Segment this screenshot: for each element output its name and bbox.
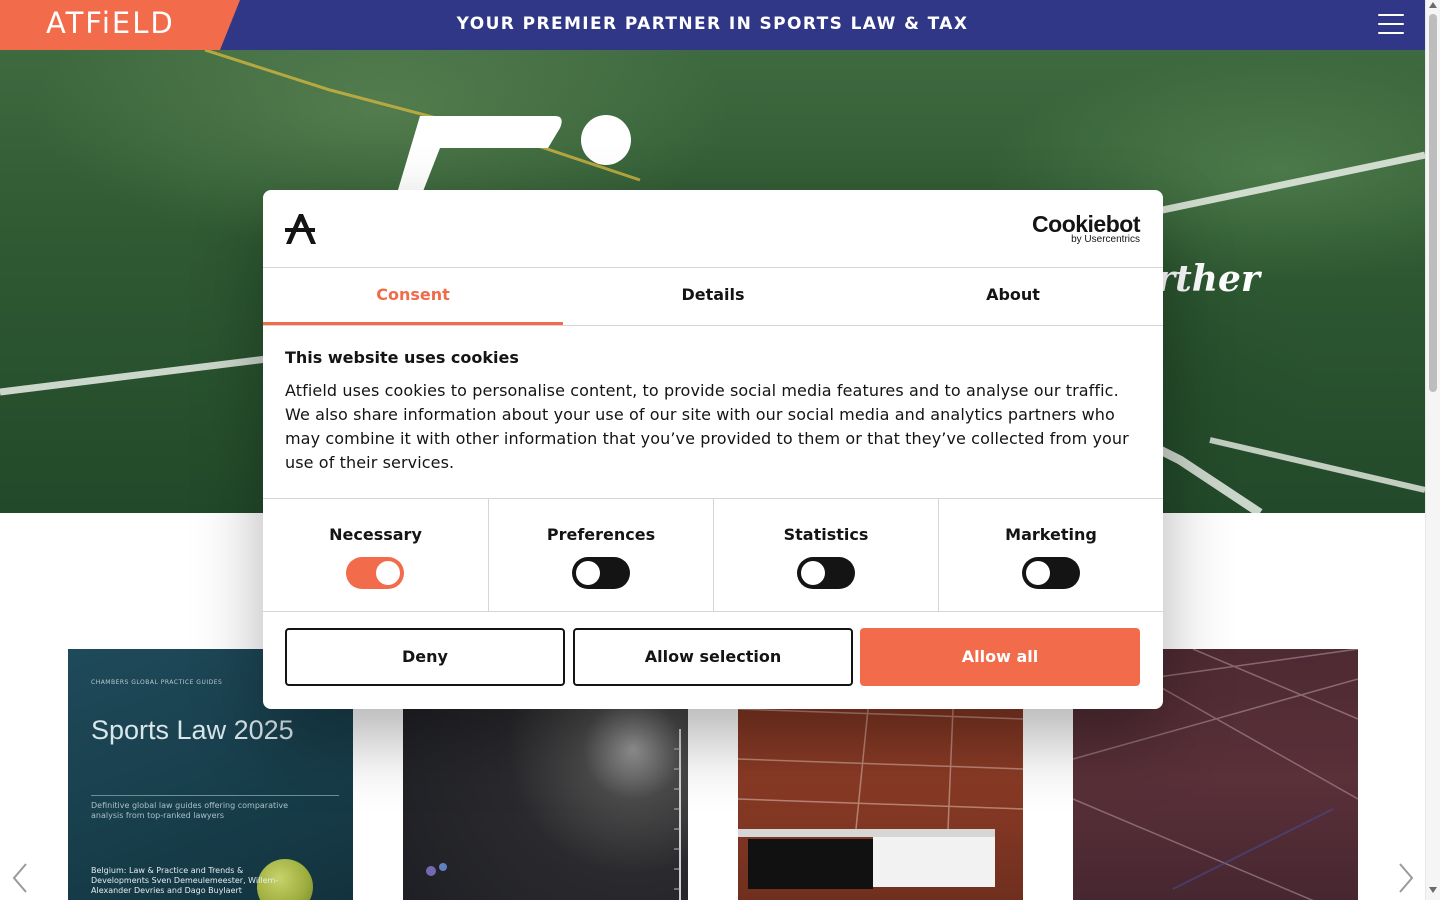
preferences-toggle[interactable] <box>572 557 630 589</box>
chevron-left-icon[interactable] <box>10 862 30 894</box>
dialog-body: This website uses cookies Atfield uses c… <box>285 348 1145 475</box>
necessary-toggle[interactable] <box>346 557 404 589</box>
scroll-up-arrow-icon[interactable] <box>1429 2 1437 8</box>
consent-toggles: Necessary Preferences Statistics Marketi… <box>263 498 1163 612</box>
cover-divider <box>91 795 339 796</box>
tab-details[interactable]: Details <box>563 268 863 325</box>
dialog-tabs: Consent Details About <box>263 268 1163 326</box>
scroll-down-arrow-icon[interactable] <box>1429 887 1437 893</box>
deny-button[interactable]: Deny <box>285 628 565 686</box>
atfield-logo-icon <box>285 212 317 250</box>
toggle-label-preferences: Preferences <box>546 525 656 544</box>
dialog-description: Atfield uses cookies to personalise cont… <box>285 381 1129 472</box>
toggle-cell-statistics: Statistics <box>713 499 938 612</box>
chevron-right-icon[interactable] <box>1396 862 1416 894</box>
toggle-label-statistics: Statistics <box>783 525 869 544</box>
marketing-toggle[interactable] <box>1022 557 1080 589</box>
cookie-consent-dialog: Cookiebot by Usercentrics Consent Detail… <box>263 190 1163 709</box>
toggle-cell-marketing: Marketing <box>938 499 1163 612</box>
cookiebot-brand-name: Cookiebot <box>1032 211 1140 237</box>
toggle-cell-preferences: Preferences <box>488 499 713 612</box>
allow-selection-button[interactable]: Allow selection <box>573 628 853 686</box>
scrollbar-thumb[interactable] <box>1429 14 1437 392</box>
dialog-header: Cookiebot by Usercentrics <box>263 190 1163 268</box>
tab-about[interactable]: About <box>863 268 1163 325</box>
page-scrollbar[interactable] <box>1425 0 1440 900</box>
cover-description: Definitive global law guides offering co… <box>91 801 289 820</box>
site-header: ATFiELD YOUR PREMIER PARTNER IN SPORTS L… <box>0 0 1425 50</box>
cookiebot-logo[interactable]: Cookiebot by Usercentrics <box>1032 212 1140 245</box>
statistics-toggle[interactable] <box>797 557 855 589</box>
toggle-label-necessary: Necessary <box>329 525 422 544</box>
toggle-label-marketing: Marketing <box>1005 525 1097 544</box>
brand-mark-dot <box>581 115 631 165</box>
cover-publisher: CHAMBERS GLOBAL PRACTICE GUIDES <box>91 679 223 686</box>
cover-subtitle: Belgium: Law & Practice and Trends & Dev… <box>91 866 279 895</box>
header-tagline: YOUR PREMIER PARTNER IN SPORTS LAW & TAX <box>456 14 969 34</box>
dialog-title: This website uses cookies <box>285 348 519 367</box>
toggle-cell-necessary: Necessary <box>263 499 488 612</box>
tab-consent[interactable]: Consent <box>263 268 563 325</box>
hamburger-menu-icon[interactable] <box>1378 14 1404 36</box>
cover-title: Sports Law 2025 <box>91 715 294 745</box>
allow-all-button[interactable]: Allow all <box>860 628 1140 686</box>
